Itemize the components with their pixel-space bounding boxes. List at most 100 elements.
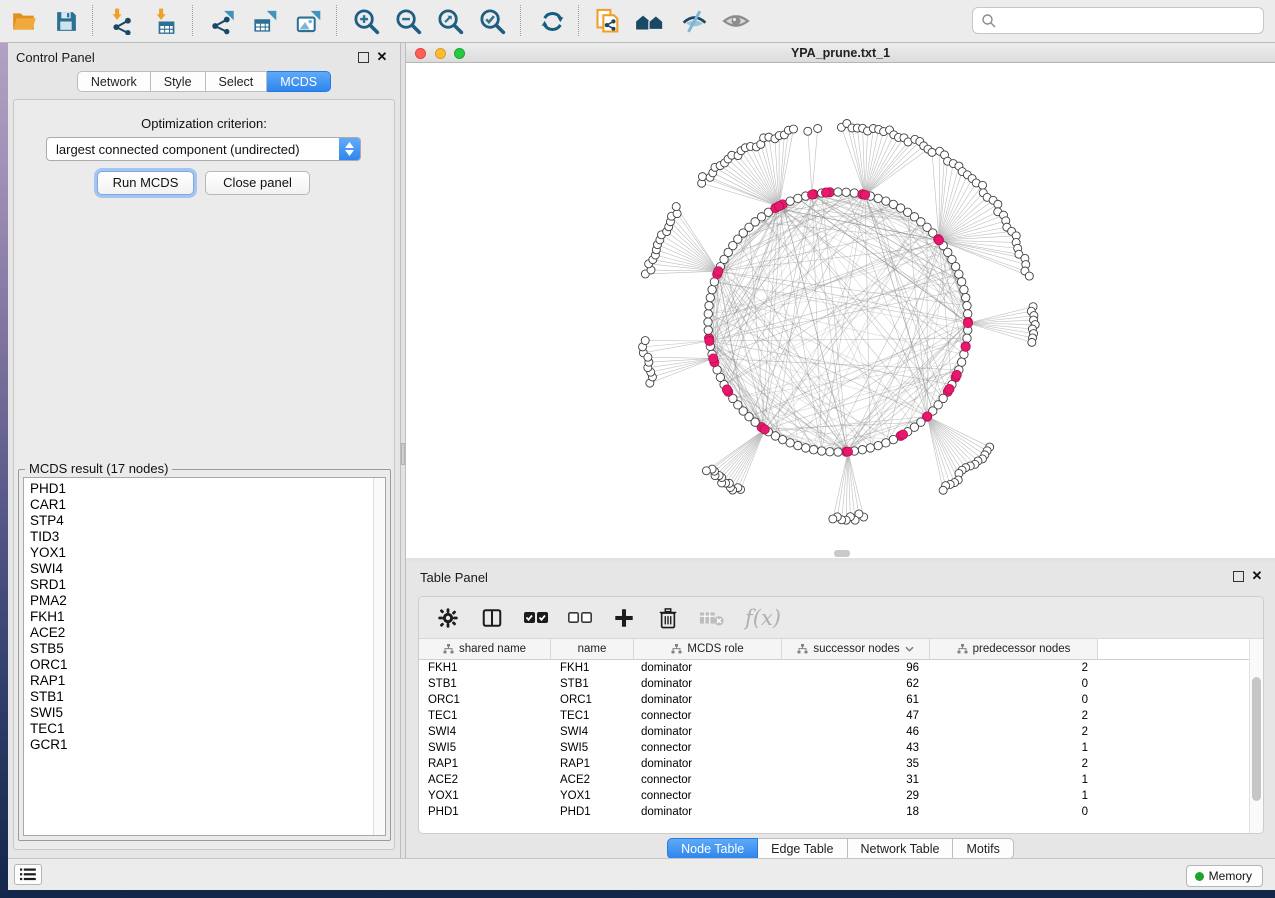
cell: ACE2	[551, 772, 634, 788]
unselect-all-button[interactable]	[565, 603, 595, 633]
mcds-result-item[interactable]: ORC1	[30, 657, 373, 673]
mcds-result-item[interactable]: TID3	[30, 529, 373, 545]
table-vscroll-thumb[interactable]	[1252, 677, 1261, 801]
tab-style[interactable]: Style	[151, 71, 206, 92]
open-folder-icon	[11, 8, 37, 34]
cell: dominator	[634, 660, 782, 676]
cell: dominator	[634, 756, 782, 772]
column-header-name[interactable]: name	[551, 639, 634, 660]
search-input[interactable]	[997, 10, 1263, 32]
cell: SWI4	[419, 724, 551, 740]
tab-motifs[interactable]: Motifs	[953, 838, 1013, 859]
cell: STB1	[551, 676, 634, 692]
export-image-icon	[295, 8, 322, 35]
import-table-button[interactable]	[148, 6, 184, 36]
tab-select[interactable]: Select	[206, 71, 268, 92]
table-row[interactable]: RAP1RAP1dominator352	[419, 756, 1249, 772]
mcds-result-item[interactable]: STB5	[30, 641, 373, 657]
float-panel-icon[interactable]	[358, 52, 369, 63]
memory-button[interactable]: Memory	[1186, 865, 1263, 887]
memory-label: Memory	[1209, 869, 1252, 883]
search-box	[972, 7, 1264, 34]
tab-network[interactable]: Network	[77, 71, 151, 92]
first-neighbors-button[interactable]	[632, 6, 668, 36]
select-all-button[interactable]	[521, 603, 551, 633]
open-file-button[interactable]	[6, 6, 42, 36]
cell-filler	[1098, 740, 1249, 756]
search-icon	[981, 13, 997, 29]
network-window-titlebar[interactable]: YPA_prune.txt_1	[406, 43, 1275, 63]
tab-network-table[interactable]: Network Table	[848, 838, 954, 859]
column-header-successor-nodes[interactable]: successor nodes	[782, 639, 930, 660]
refresh-view-button[interactable]	[534, 6, 570, 36]
mcds-result-item[interactable]: YOX1	[30, 545, 373, 561]
split-view-button[interactable]	[477, 603, 507, 633]
mcds-result-item[interactable]: CAR1	[30, 497, 373, 513]
import-network-icon	[109, 8, 136, 35]
zoom-in-button[interactable]	[348, 6, 384, 36]
tab-node-table[interactable]: Node Table	[667, 838, 758, 859]
column-header-MCDS-role[interactable]: MCDS role	[634, 639, 782, 660]
toolbar-separator	[520, 5, 521, 36]
run-mcds-button[interactable]: Run MCDS	[97, 171, 194, 195]
table-row[interactable]: SWI4SWI4dominator462	[419, 724, 1249, 740]
table-row[interactable]: ORC1ORC1dominator610	[419, 692, 1249, 708]
criterion-dropdown[interactable]: largest connected component (undirected)	[46, 137, 361, 161]
column-header-shared-name[interactable]: shared name	[419, 639, 551, 660]
mcds-result-item[interactable]: SRD1	[30, 577, 373, 593]
import-network-button[interactable]	[104, 6, 140, 36]
mcds-result-item[interactable]: SWI5	[30, 705, 373, 721]
table-row[interactable]: SWI5SWI5connector431	[419, 740, 1249, 756]
close-panel-icon[interactable]: ✕	[1250, 569, 1264, 583]
mcds-result-item[interactable]: SWI4	[30, 561, 373, 577]
export-network-button[interactable]	[204, 6, 240, 36]
save-session-button[interactable]	[48, 6, 84, 36]
add-column-button[interactable]	[609, 603, 639, 633]
splitter-grip[interactable]	[401, 443, 405, 465]
export-table-button[interactable]	[246, 6, 282, 36]
zoom-selected-button[interactable]	[474, 6, 510, 36]
mcds-result-item[interactable]: ACE2	[30, 625, 373, 641]
first-neighbors-icon	[634, 7, 666, 35]
task-history-button[interactable]	[14, 864, 42, 885]
tab-mcds[interactable]: MCDS	[267, 71, 331, 92]
table-row[interactable]: YOX1YOX1connector291	[419, 788, 1249, 804]
close-panel-icon[interactable]: ✕	[375, 50, 389, 64]
mcds-result-item[interactable]: GCR1	[30, 737, 373, 753]
close-panel-button[interactable]: Close panel	[205, 171, 310, 195]
mcds-result-item[interactable]: PMA2	[30, 593, 373, 609]
mcds-result-item[interactable]: STP4	[30, 513, 373, 529]
cell: dominator	[634, 692, 782, 708]
zoom-fit-button[interactable]	[432, 6, 468, 36]
cell: ACE2	[419, 772, 551, 788]
network-hscroll-thumb[interactable]	[834, 550, 850, 557]
toolbar-separator	[192, 5, 193, 36]
float-panel-icon[interactable]	[1233, 571, 1244, 582]
column-header-predecessor-nodes[interactable]: predecessor nodes	[930, 639, 1098, 660]
mcds-result-item[interactable]: FKH1	[30, 609, 373, 625]
mcds-list-scrollbar[interactable]	[373, 478, 385, 835]
cell: SWI5	[551, 740, 634, 756]
mcds-result-item[interactable]: RAP1	[30, 673, 373, 689]
mcds-result-item[interactable]: PHD1	[30, 481, 373, 497]
table-row[interactable]: PHD1PHD1dominator180	[419, 804, 1249, 820]
hide-selected-button[interactable]	[676, 6, 712, 36]
delete-column-button[interactable]	[653, 603, 683, 633]
show-all-button[interactable]	[718, 6, 754, 36]
toolbar-separator	[92, 5, 93, 36]
table-row[interactable]: ACE2ACE2connector311	[419, 772, 1249, 788]
column-settings-button[interactable]	[433, 603, 463, 633]
tab-edge-table[interactable]: Edge Table	[758, 838, 847, 859]
duplicate-network-button[interactable]	[590, 6, 626, 36]
cell-filler	[1098, 692, 1249, 708]
table-row[interactable]: TEC1TEC1connector472	[419, 708, 1249, 724]
export-image-button[interactable]	[290, 6, 326, 36]
cell-filler	[1098, 804, 1249, 820]
zoom-out-button[interactable]	[390, 6, 426, 36]
mcds-result-item[interactable]: TEC1	[30, 721, 373, 737]
table-row[interactable]: FKH1FKH1dominator962	[419, 660, 1249, 676]
mcds-result-item[interactable]: STB1	[30, 689, 373, 705]
cell: 2	[930, 660, 1098, 676]
network-canvas[interactable]	[406, 63, 1275, 558]
table-row[interactable]: STB1STB1dominator620	[419, 676, 1249, 692]
